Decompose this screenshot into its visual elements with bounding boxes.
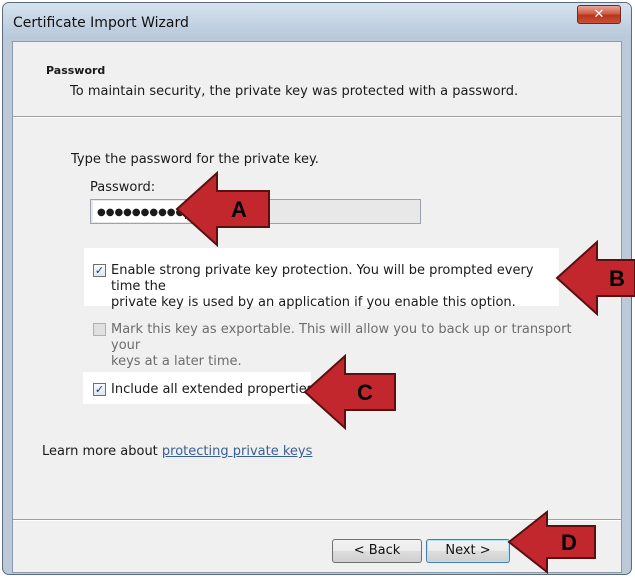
password-prompt: Type the password for the private key. (71, 152, 319, 167)
callout-label-b: B (609, 266, 625, 291)
extended-properties-label: Include all extended properties. (111, 382, 318, 397)
callout-label-a: A (231, 197, 247, 222)
callout-label-c: C (357, 380, 373, 405)
option-exportable[interactable]: Mark this key as exportable. This will a… (93, 322, 573, 369)
certificate-import-wizard-window: Certificate Import Wizard ✕ Password To … (2, 2, 635, 575)
wizard-page: Password To maintain security, the priva… (12, 41, 622, 573)
page-description: To maintain security, the private key wa… (70, 84, 519, 99)
close-button[interactable]: ✕ (577, 5, 621, 24)
password-masked-value: ●●●●●●●●●● (97, 207, 185, 218)
window-title: Certificate Import Wizard (13, 15, 189, 31)
extended-properties-checkbox[interactable]: ✓ (93, 383, 106, 396)
strong-protection-checkbox[interactable]: ✓ (93, 264, 106, 277)
close-icon: ✕ (593, 7, 605, 22)
strong-protection-label-line2: private key is used by an application if… (111, 295, 516, 310)
callout-arrow-b: B (555, 240, 635, 316)
header-divider (13, 116, 621, 118)
password-value-area: ●●●●●●●●●● (93, 201, 187, 222)
callout-arrow-a: A (175, 171, 270, 247)
option-strong-protection[interactable]: ✓ Enable strong private key protection. … (93, 263, 563, 310)
page-title: Password (46, 64, 106, 77)
strong-protection-label-line1: Enable strong private key protection. Yo… (111, 263, 534, 294)
protecting-private-keys-link[interactable]: protecting private keys (162, 444, 312, 459)
next-button[interactable]: Next > (426, 539, 510, 563)
wizard-header: Password To maintain security, the priva… (13, 42, 621, 117)
callout-arrow-d: D (507, 510, 596, 574)
callout-label-d: D (561, 530, 577, 555)
strong-protection-label: Enable strong private key protection. Yo… (111, 263, 563, 311)
exportable-label-line1: Mark this key as exportable. This will a… (111, 322, 572, 353)
callout-arrow-c: C (303, 354, 396, 430)
password-label: Password: (90, 180, 156, 195)
back-button[interactable]: < Back (332, 539, 422, 563)
learn-more-prefix: Learn more about (42, 444, 162, 459)
learn-more-text: Learn more about protecting private keys (42, 444, 312, 459)
option-extended-properties[interactable]: ✓ Include all extended properties. (93, 382, 318, 400)
title-bar[interactable]: Certificate Import Wizard ✕ (3, 3, 631, 39)
exportable-checkbox[interactable] (93, 323, 106, 336)
